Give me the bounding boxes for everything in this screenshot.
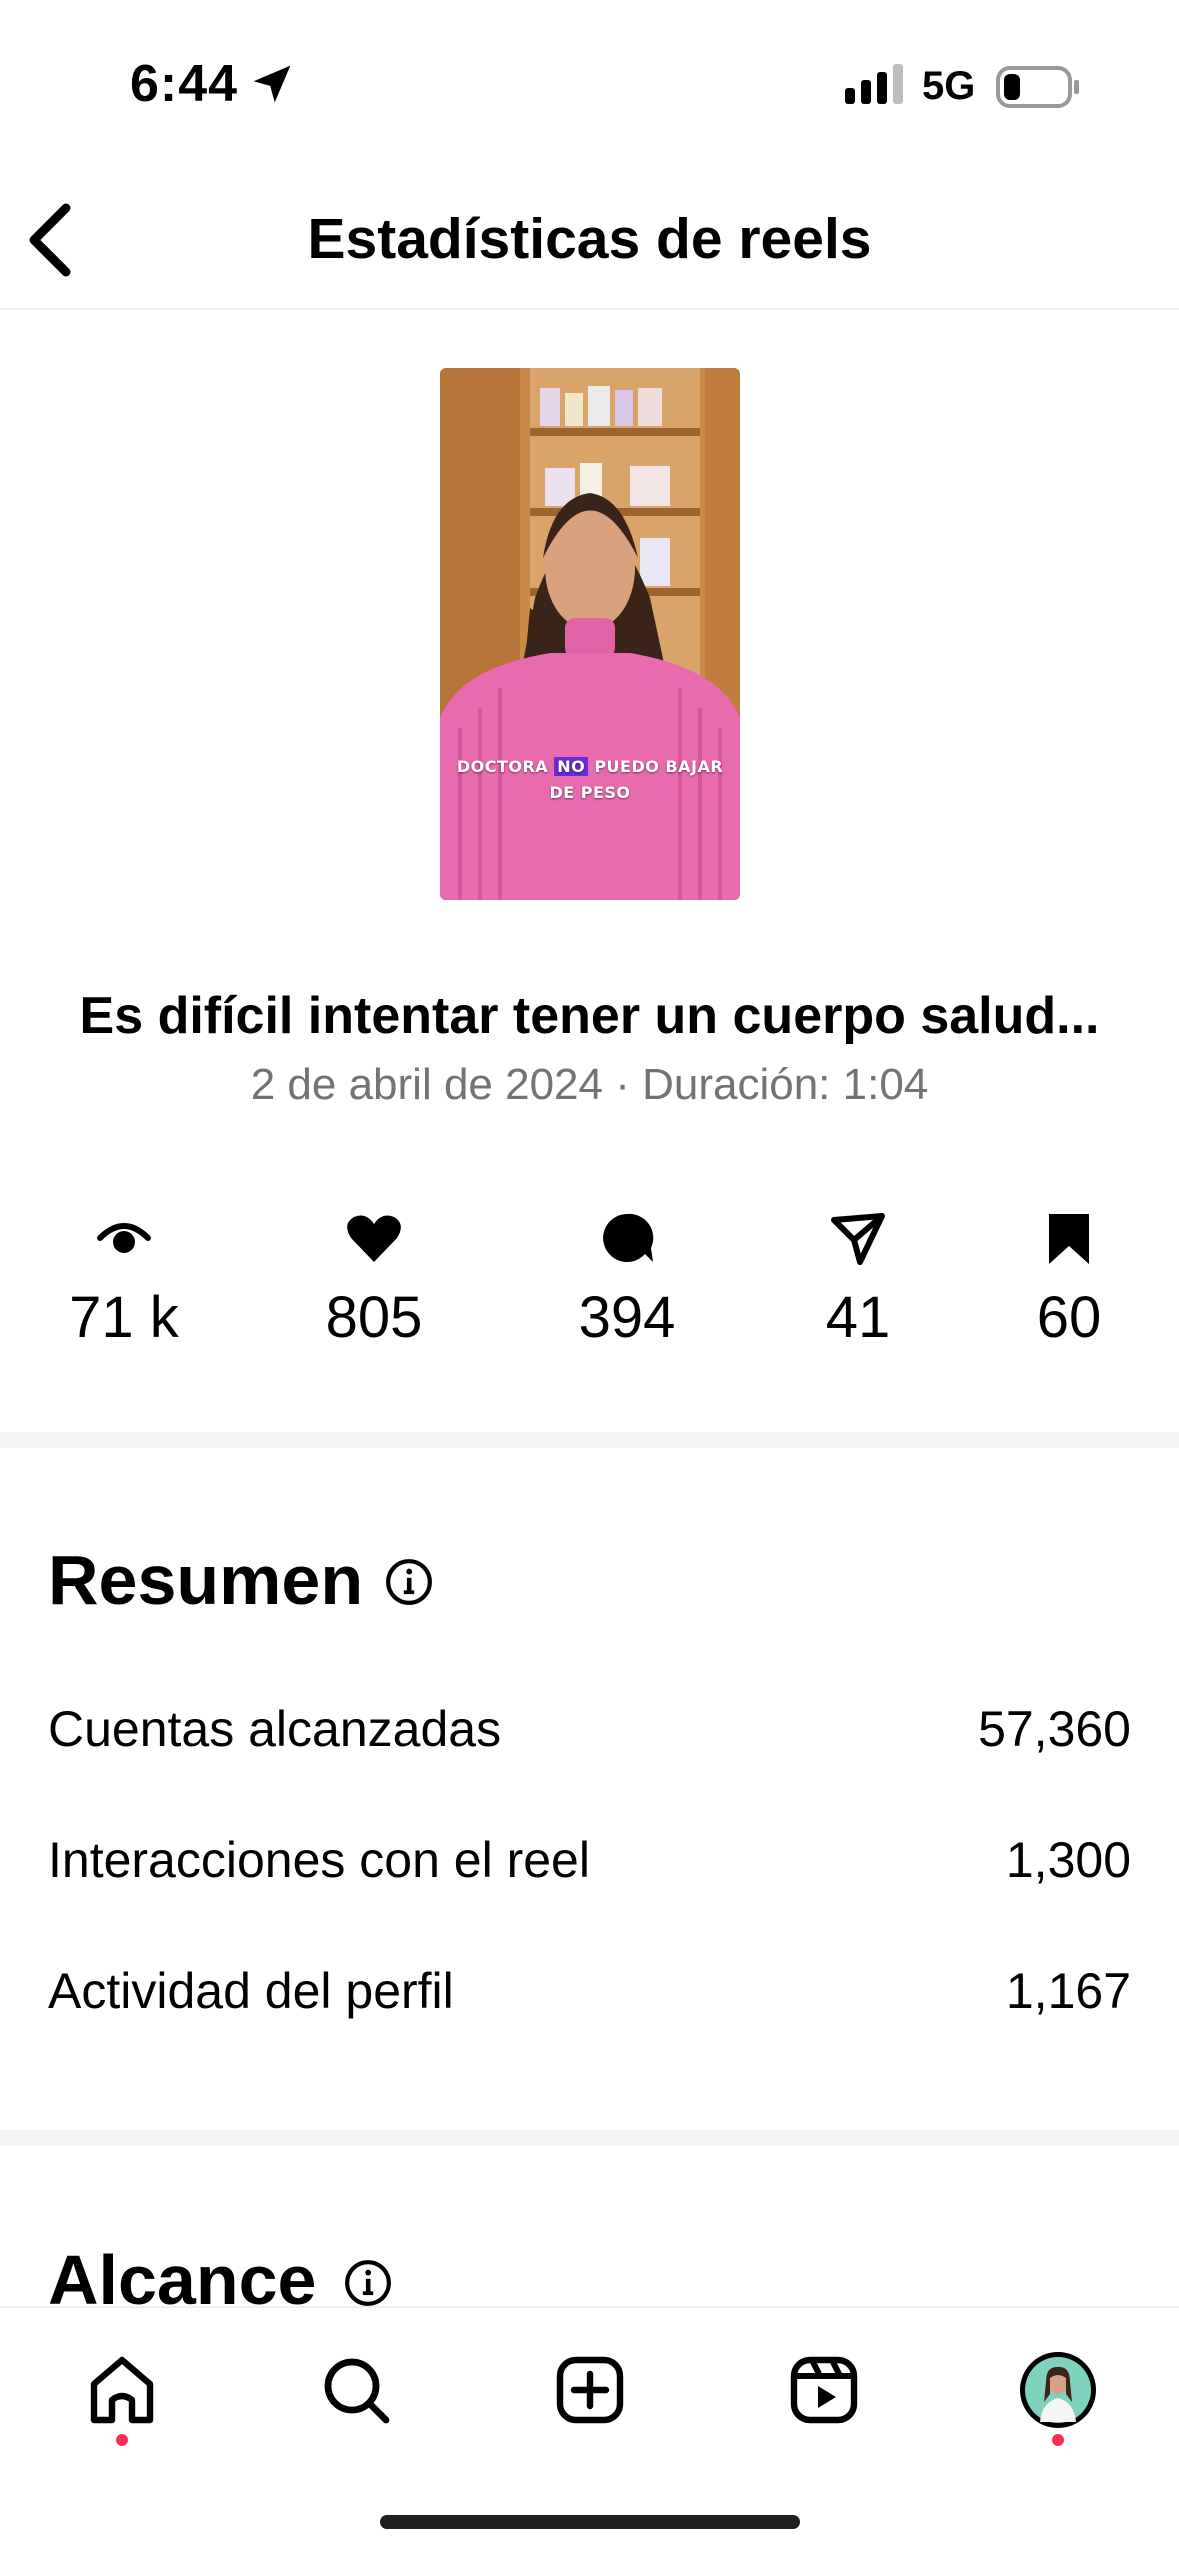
metric-saves: 60 bbox=[969, 1208, 1169, 1351]
tab-create[interactable] bbox=[550, 2350, 630, 2430]
search-icon bbox=[324, 2358, 390, 2424]
heart-icon bbox=[347, 1215, 401, 1262]
caption-word: PUEDO BAJAR bbox=[594, 757, 724, 776]
row-value: 57,360 bbox=[978, 1701, 1131, 1757]
eye-icon bbox=[97, 1223, 151, 1253]
reel-meta: 2 de abril de 2024 · Duración: 1:04 bbox=[250, 1060, 929, 1109]
info-icon[interactable] bbox=[343, 2258, 393, 2308]
cellular-signal-icon bbox=[845, 64, 903, 104]
tab-home[interactable] bbox=[82, 2350, 162, 2430]
row-label: Actividad del perfil bbox=[48, 1963, 454, 2019]
comment-icon bbox=[603, 1213, 654, 1262]
row-value: 1,300 bbox=[1005, 1832, 1131, 1888]
tab-profile[interactable] bbox=[1018, 2350, 1098, 2430]
status-bar: 6:44 5G bbox=[0, 0, 1179, 170]
metric-value: 394 bbox=[578, 1285, 676, 1350]
reels-icon bbox=[790, 2356, 858, 2424]
network-type: 5G bbox=[922, 64, 976, 108]
status-time: 6:44 bbox=[130, 55, 239, 113]
battery-icon bbox=[996, 66, 1079, 108]
home-icon bbox=[90, 2356, 154, 2424]
row-label: Interacciones con el reel bbox=[48, 1832, 590, 1888]
reel-metrics: 71 k 805 394 41 60 bbox=[0, 1208, 1179, 1368]
row-label: Cuentas alcanzadas bbox=[48, 1701, 502, 1757]
share-icon bbox=[831, 1213, 885, 1265]
create-icon bbox=[556, 2356, 624, 2424]
reel-thumbnail[interactable]: DOCTORA NO PUEDO BAJAR DE PESO bbox=[440, 368, 740, 900]
metric-value: 41 bbox=[825, 1285, 891, 1350]
tab-reels[interactable] bbox=[784, 2350, 864, 2430]
metric-shares: 41 bbox=[758, 1208, 958, 1351]
notification-dot bbox=[116, 2434, 128, 2446]
metric-views: 71 k bbox=[24, 1208, 224, 1351]
summary-row-profile-activity: Actividad del perfil 1,167 bbox=[48, 1962, 1131, 2032]
row-value: 1,167 bbox=[1005, 1963, 1131, 2019]
section-divider bbox=[0, 2130, 1179, 2146]
metric-comments: 394 bbox=[527, 1208, 727, 1351]
metric-likes: 805 bbox=[274, 1208, 474, 1351]
info-icon[interactable] bbox=[384, 1557, 434, 1607]
nav-header: Estadísticas de reels bbox=[0, 170, 1179, 310]
summary-title: Resumen bbox=[48, 1541, 364, 1619]
caption-word: DOCTORA bbox=[456, 757, 549, 776]
caption-word: DE PESO bbox=[549, 783, 631, 802]
metric-value: 71 k bbox=[69, 1285, 179, 1350]
profile-avatar bbox=[1020, 2352, 1096, 2428]
bookmark-icon bbox=[1049, 1214, 1089, 1264]
summary-row-interactions: Interacciones con el reel 1,300 bbox=[48, 1831, 1131, 1901]
reel-thumbnail-image bbox=[440, 368, 740, 900]
metric-value: 805 bbox=[325, 1285, 423, 1350]
caption-highlight: NO bbox=[554, 757, 589, 776]
metric-value: 60 bbox=[1036, 1285, 1102, 1350]
location-arrow-icon bbox=[253, 65, 291, 103]
home-indicator bbox=[380, 2515, 800, 2529]
tab-search[interactable] bbox=[316, 2350, 396, 2430]
thumbnail-caption: DOCTORA NO PUEDO BAJAR DE PESO bbox=[440, 754, 740, 806]
page-title: Estadísticas de reels bbox=[307, 207, 872, 271]
section-divider bbox=[0, 1432, 1179, 1448]
reel-title: Es difícil intentar tener un cuerpo salu… bbox=[79, 987, 1100, 1045]
notification-dot bbox=[1052, 2434, 1064, 2446]
summary-row-reach: Cuentas alcanzadas 57,360 bbox=[48, 1700, 1131, 1770]
